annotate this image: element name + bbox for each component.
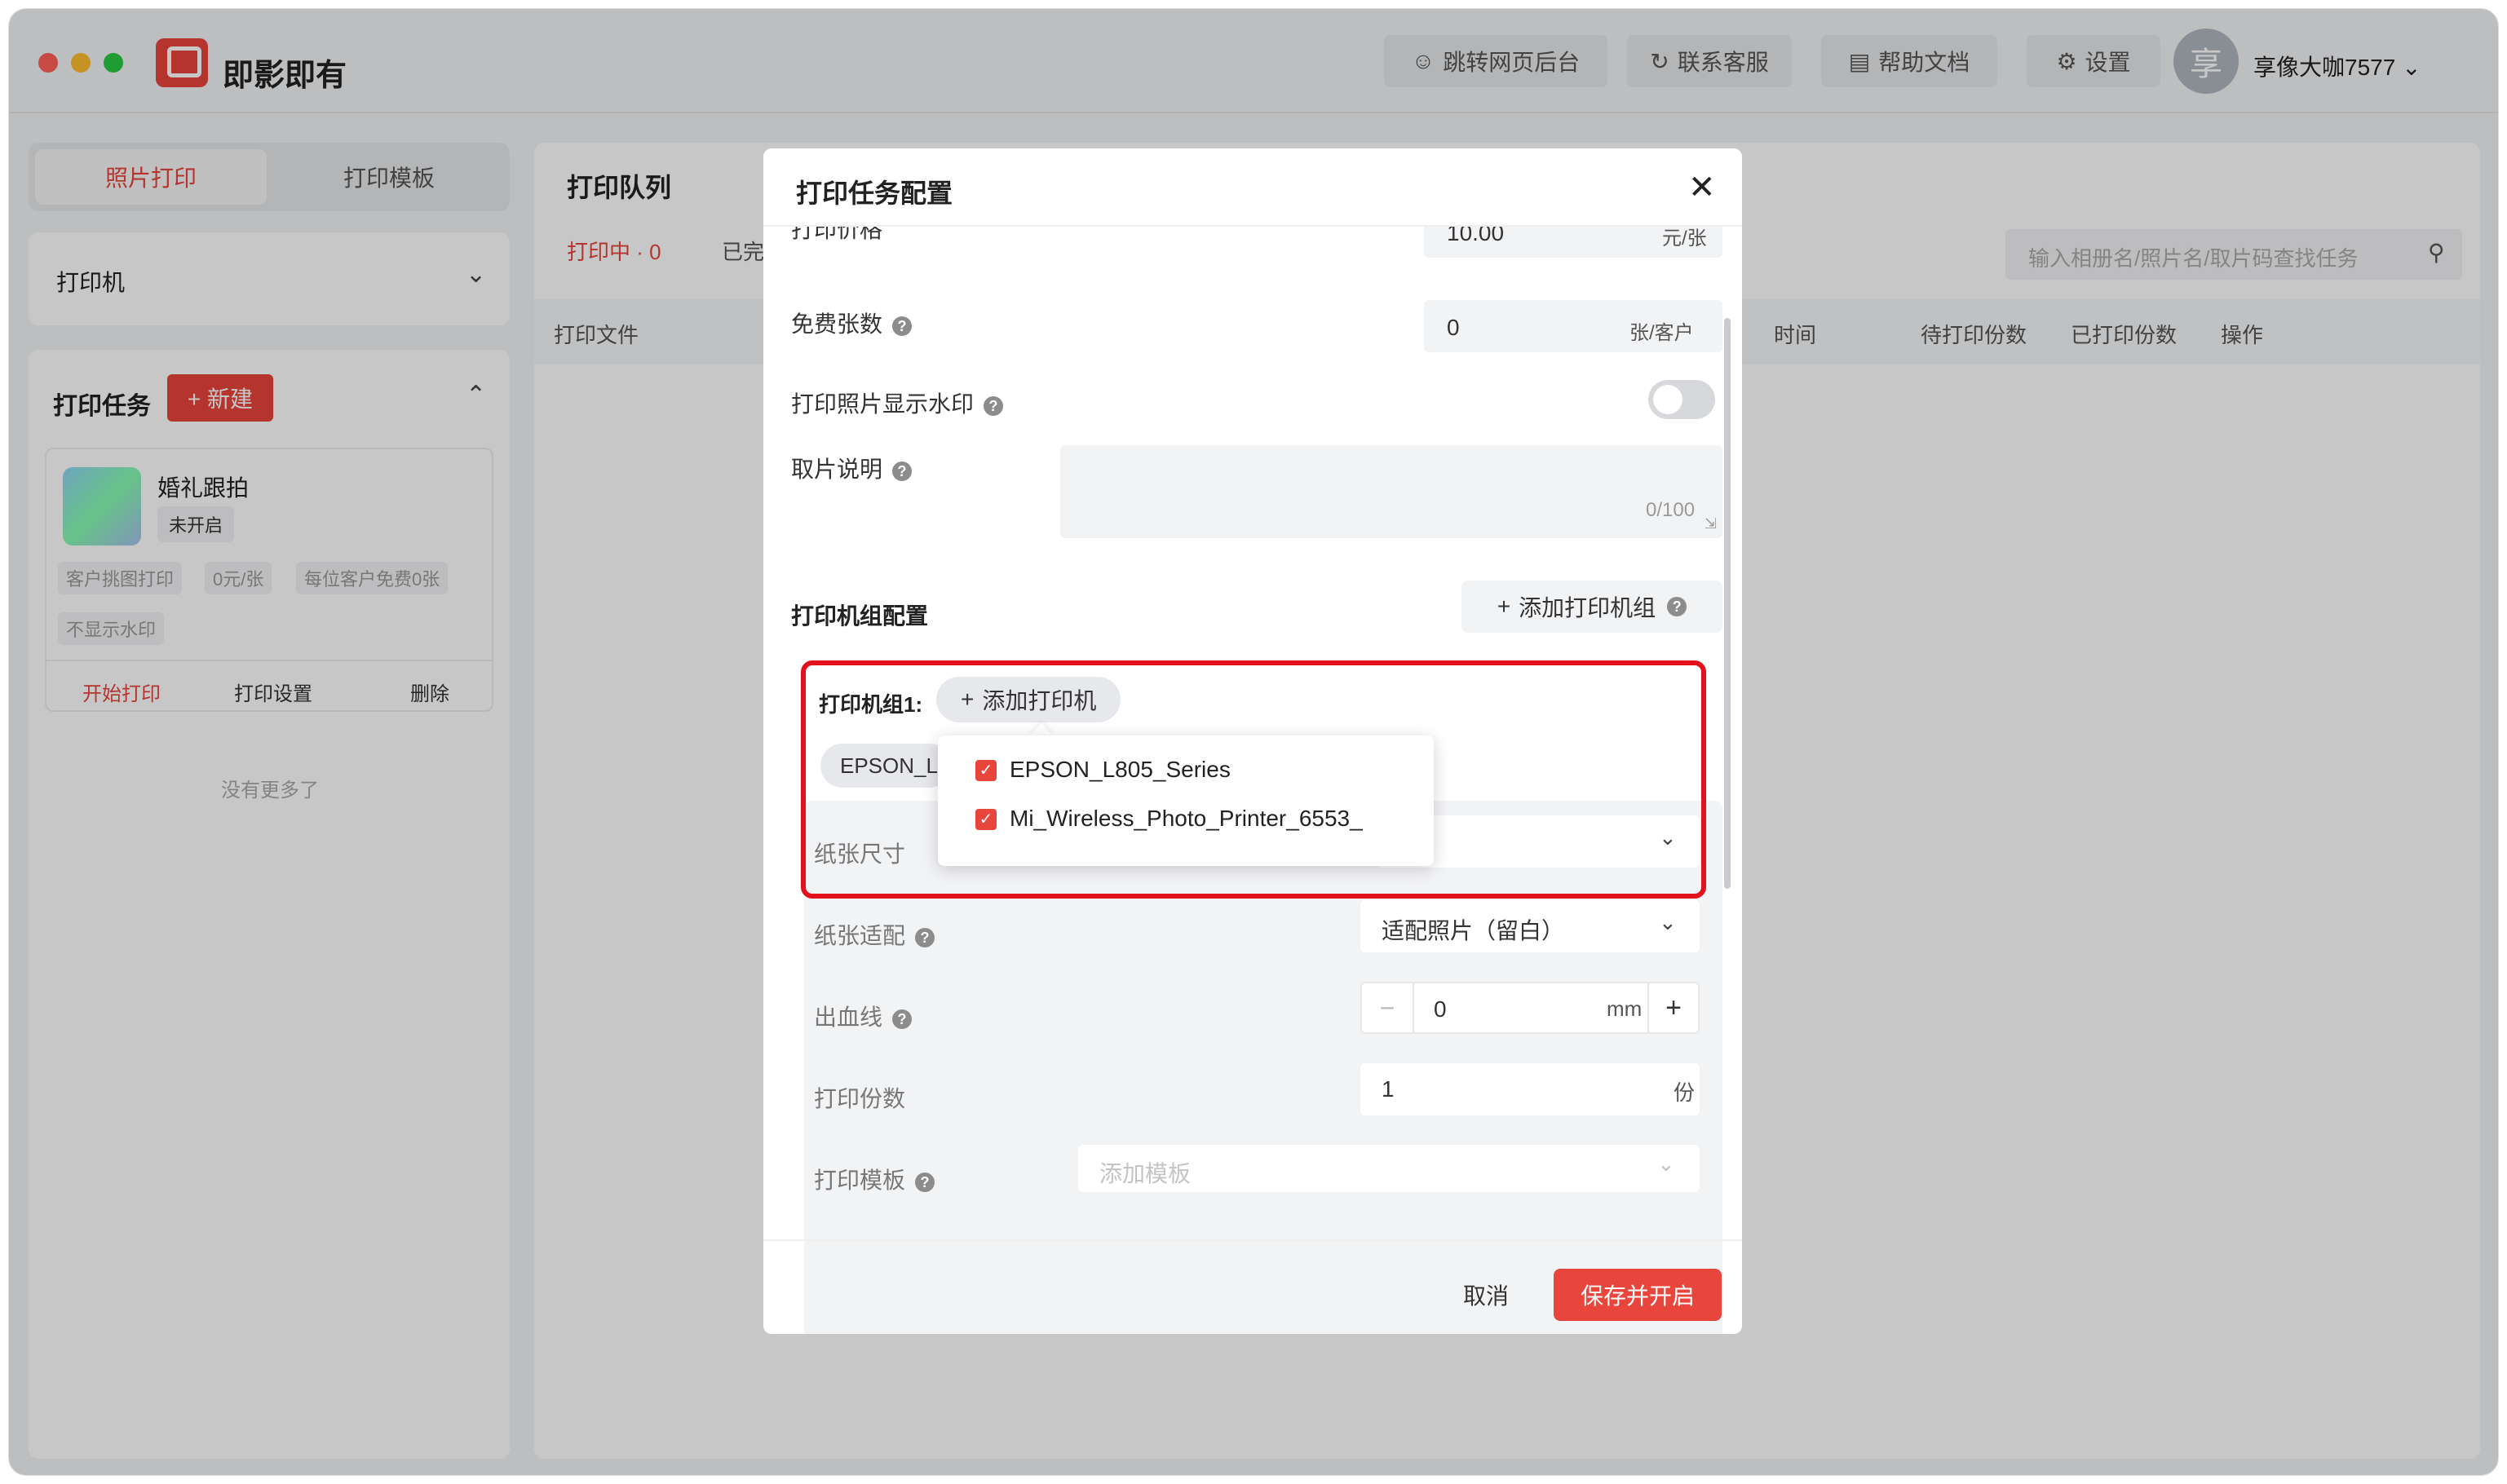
bleed-value: 0: [1434, 996, 1447, 1022]
paper-fit-value: 适配照片（留白）: [1382, 918, 1565, 943]
modal-scrollbar[interactable]: [1724, 318, 1731, 889]
footer-divider: [763, 1239, 1742, 1241]
paper-fit-text: 纸张适配: [814, 923, 906, 948]
bleed-stepper[interactable]: − 0 mm +: [1360, 982, 1700, 1034]
plus-icon: +: [1497, 594, 1511, 619]
cancel-button[interactable]: 取消: [1437, 1269, 1535, 1321]
save-and-start-button[interactable]: 保存并开启: [1554, 1269, 1722, 1321]
highlight-box: [801, 660, 1706, 899]
print-task-config-modal: 打印任务配置 ✕ 打印价格 10.00 元/张 免费张数? 0 张/客户 打印照…: [763, 148, 1742, 1334]
help-icon[interactable]: ?: [984, 395, 1004, 416]
help-icon[interactable]: ?: [892, 1009, 913, 1029]
price-label: 打印价格: [791, 227, 883, 242]
free-count-value: 0: [1447, 315, 1460, 340]
template-placeholder: 添加模板: [1099, 1161, 1192, 1186]
free-count-input[interactable]: 0 张/客户: [1424, 300, 1722, 352]
free-count-label: 免费张数?: [791, 307, 913, 339]
template-label: 打印模板?: [814, 1163, 935, 1195]
copies-unit: 份: [1674, 1080, 1696, 1105]
free-count-text: 免费张数: [791, 311, 883, 337]
chevron-down-icon: ⌄: [1657, 1151, 1675, 1176]
price-input[interactable]: 10.00 元/张: [1424, 227, 1722, 258]
price-row-clip: 打印价格 10.00 元/张: [763, 227, 1742, 259]
help-icon[interactable]: ?: [915, 927, 935, 947]
minus-icon[interactable]: −: [1362, 983, 1414, 1032]
pickup-char-count: 0/100: [1646, 499, 1696, 521]
price-unit: 元/张: [1662, 227, 1707, 250]
price-value: 10.00: [1447, 227, 1505, 245]
help-icon[interactable]: ?: [892, 316, 913, 336]
free-count-unit: 张/客户: [1629, 322, 1694, 344]
bleed-label: 出血线?: [814, 1000, 913, 1032]
pickup-text: 取片说明: [791, 457, 883, 482]
modal-title: 打印任务配置: [796, 179, 953, 208]
bleed-text: 出血线: [814, 1005, 883, 1030]
watermark-toggle[interactable]: [1648, 380, 1715, 419]
pickup-label: 取片说明?: [791, 452, 913, 484]
plus-icon[interactable]: +: [1647, 983, 1698, 1032]
app-window: 即影即有 ☺ 跳转网页后台 ↻ 联系客服 ▤ 帮助文档 ⚙ 设置 享 享像大咖7…: [8, 8, 2499, 1476]
paper-fit-label: 纸张适配?: [814, 918, 935, 951]
copies-input[interactable]: 1 份: [1360, 1063, 1700, 1115]
help-icon[interactable]: ?: [915, 1172, 935, 1192]
resize-handle-icon[interactable]: ⇲: [1704, 515, 1717, 532]
chevron-down-icon: ⌄: [1659, 910, 1677, 934]
copies-label: 打印份数: [814, 1086, 906, 1111]
paper-fit-select[interactable]: 适配照片（留白） ⌄: [1360, 900, 1700, 952]
help-icon[interactable]: ?: [892, 461, 913, 481]
pickup-textarea[interactable]: 0/100 ⇲: [1060, 445, 1722, 538]
template-select[interactable]: 添加模板 ⌄: [1078, 1145, 1700, 1192]
close-icon[interactable]: ✕: [1688, 171, 1716, 204]
watermark-text: 打印照片显示水印: [791, 391, 975, 417]
template-text: 打印模板: [814, 1168, 906, 1193]
copies-value: 1: [1382, 1076, 1395, 1102]
add-printer-group-label: 添加打印机组: [1519, 595, 1656, 621]
watermark-label: 打印照片显示水印?: [791, 386, 1004, 419]
bleed-unit: mm: [1607, 996, 1643, 1021]
printer-group-section-title: 打印机组配置: [791, 603, 929, 629]
help-icon[interactable]: ?: [1667, 597, 1687, 616]
add-printer-group-button[interactable]: + 添加打印机组 ?: [1461, 581, 1722, 633]
modal-header: 打印任务配置 ✕: [763, 148, 1742, 227]
